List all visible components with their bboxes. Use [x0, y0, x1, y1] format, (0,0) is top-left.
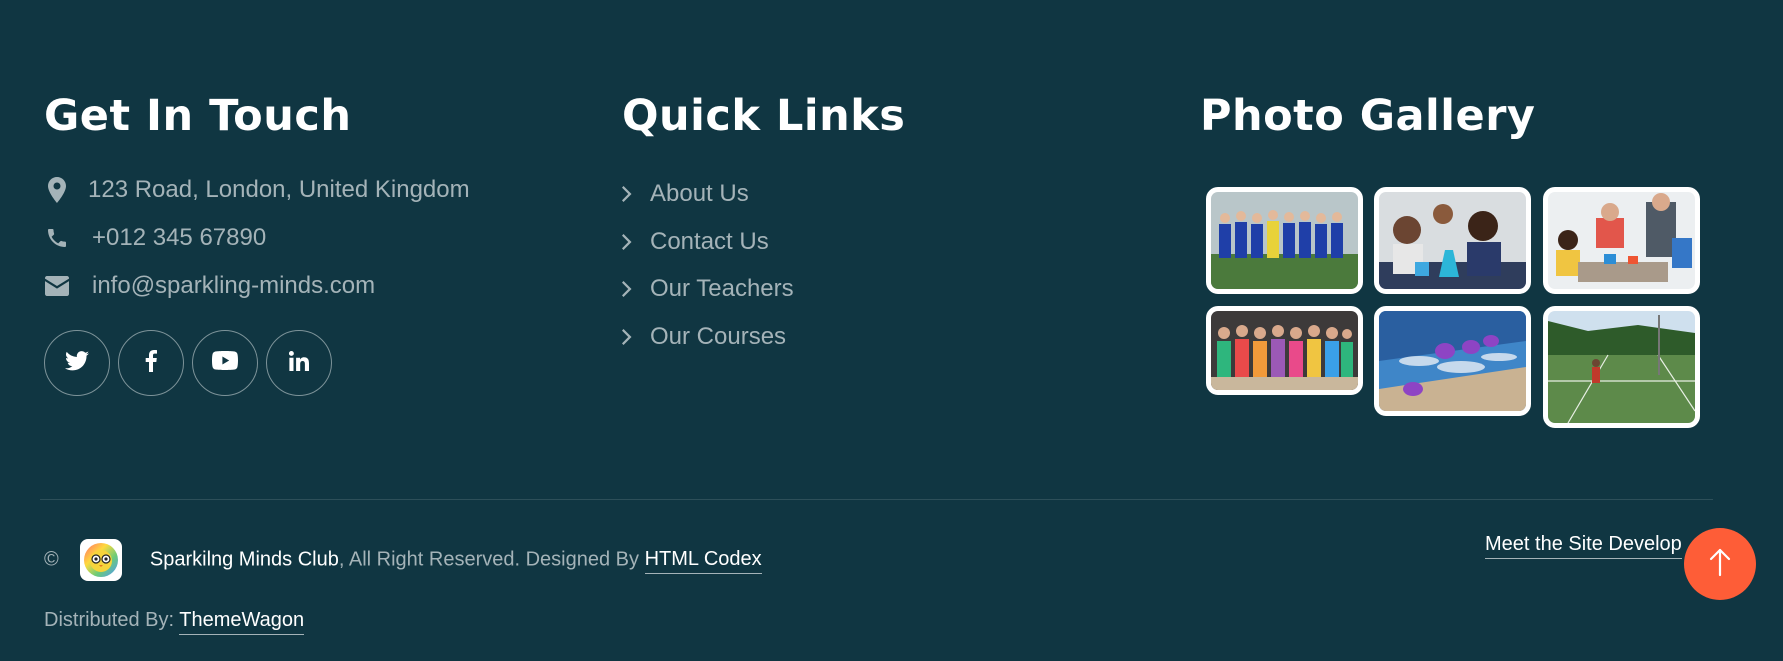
kids-cheering-photo[interactable] — [1206, 306, 1363, 395]
developer-link-wrap: Meet the Site Develop — [1485, 533, 1682, 559]
contact-section: Get In Touch 123 Road, London, United Ki… — [44, 88, 604, 396]
back-to-top-button[interactable] — [1684, 528, 1756, 600]
tennis-court-photo[interactable] — [1543, 306, 1700, 428]
distributed-line: Distributed By: ThemeWagon — [44, 609, 305, 635]
address-text: 123 Road, London, United Kingdom — [88, 176, 470, 203]
rights-text: , All Right Reserved. Designed By — [338, 548, 640, 571]
quick-link-label: Our Teachers — [650, 275, 794, 302]
map-marker-icon — [44, 177, 70, 203]
footer-divider — [40, 499, 1713, 500]
email-row: info@sparkling-minds.com — [44, 272, 375, 300]
youtube-icon — [212, 351, 238, 375]
email-text: info@sparkling-minds.com — [92, 272, 376, 299]
quick-link-label: About Us — [650, 180, 749, 207]
quick-links-title: Quick Links — [622, 91, 906, 141]
chevron-right-icon — [622, 234, 636, 250]
phone-row: +012 345 67890 — [44, 224, 266, 252]
meet-developer-link[interactable]: Meet the Site Develop — [1485, 533, 1682, 559]
contact-title: Get In Touch — [44, 91, 352, 141]
photo-gallery-title: Photo Gallery — [1200, 91, 1536, 141]
chevron-right-icon — [622, 329, 636, 345]
twitter-icon — [65, 350, 89, 376]
quick-link-about-us[interactable]: About Us — [622, 180, 749, 208]
linkedin-button[interactable] — [266, 330, 332, 396]
quick-link-label: Contact Us — [650, 228, 769, 255]
copyright-symbol: © — [44, 548, 59, 571]
social-links — [44, 330, 332, 396]
youtube-button[interactable] — [192, 330, 258, 396]
phone-icon — [44, 225, 70, 251]
football-team-photo[interactable] — [1206, 187, 1363, 294]
brand-logo-icon — [80, 539, 123, 581]
phone-text: +012 345 67890 — [92, 224, 267, 251]
photo-gallery-section: Photo Gallery — [1200, 88, 1720, 144]
quick-link-contact-us[interactable]: Contact Us — [622, 228, 769, 256]
brand-link[interactable]: Sparkilng Minds Club — [150, 548, 339, 570]
distributor-link[interactable]: ThemeWagon — [179, 609, 305, 635]
science-experiment-photo[interactable] — [1374, 187, 1531, 294]
copyright-line: © Sparkilng Minds Club, All Right Reserv… — [44, 539, 762, 581]
distributed-label: Distributed By: — [44, 609, 175, 631]
facebook-icon — [145, 349, 157, 377]
twitter-button[interactable] — [44, 330, 110, 396]
chevron-right-icon — [622, 281, 636, 297]
robotics-class-photo[interactable] — [1543, 187, 1700, 294]
quick-link-label: Our Courses — [650, 323, 787, 350]
arrow-up-icon — [1707, 547, 1733, 582]
chevron-right-icon — [622, 186, 636, 202]
designer-link[interactable]: HTML Codex — [644, 548, 762, 575]
quick-link-our-courses[interactable]: Our Courses — [622, 323, 786, 351]
quick-link-our-teachers[interactable]: Our Teachers — [622, 275, 794, 303]
linkedin-icon — [288, 350, 309, 376]
quick-links-section: Quick Links About Us Contact Us Our Teac… — [622, 88, 1102, 350]
facebook-button[interactable] — [118, 330, 184, 396]
swimming-race-photo[interactable] — [1374, 306, 1531, 416]
address-row: 123 Road, London, United Kingdom — [44, 176, 470, 204]
envelope-icon — [44, 273, 70, 299]
